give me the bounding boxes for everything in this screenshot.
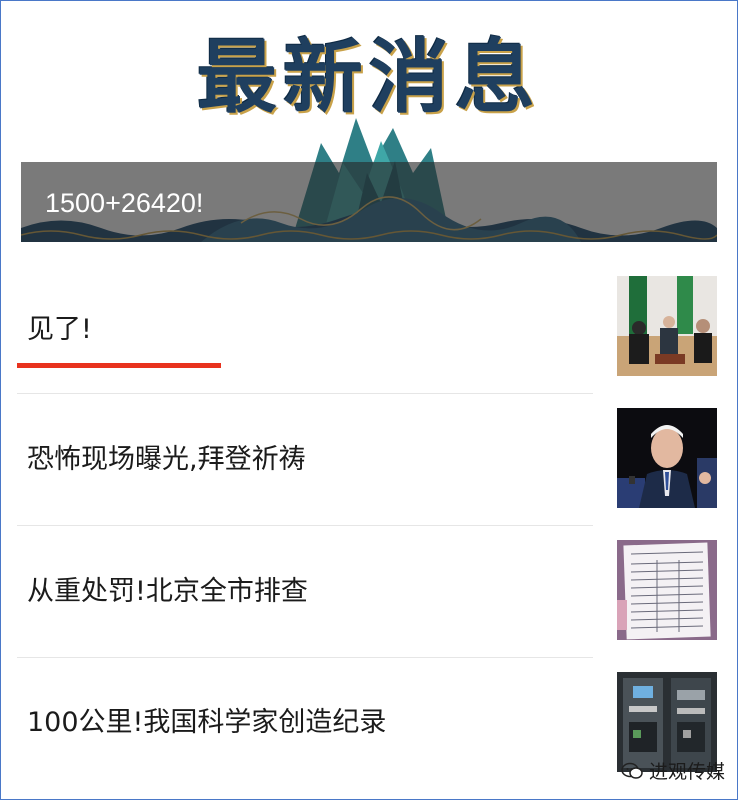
article-frame: 最新消息 1500+26420! 见了! 恐怖现场曝光,拜登祈祷 从重处罚!北京… [0,0,738,800]
banner-title: 最新消息 [197,30,541,124]
news-thumbnail-meeting[interactable] [617,276,717,376]
active-underline [17,363,221,368]
source-watermark: 进观传媒 [621,757,725,784]
news-banner[interactable]: 最新消息 1500+26420! [21,23,717,242]
news-title: 见了! [27,314,92,345]
speaker-photo-icon [617,408,717,508]
meeting-photo-icon [617,276,717,376]
news-item[interactable]: 从重处罚!北京全市排查 [17,526,593,658]
news-title: 100公里!我国科学家创造纪录 [27,707,387,738]
document-photo-icon [617,540,717,640]
news-title: 从重处罚!北京全市排查 [27,576,308,607]
news-item[interactable]: 100公里!我国科学家创造纪录 [17,658,593,788]
news-item[interactable]: 见了! [17,263,593,394]
news-title: 恐怖现场曝光,拜登祈祷 [27,444,306,475]
news-thumbnail-document[interactable] [617,540,717,640]
news-item[interactable]: 恐怖现场曝光,拜登祈祷 [17,394,593,526]
watermark-text: 进观传媒 [649,761,726,783]
news-thumbnail-speaker[interactable] [617,408,717,508]
wechat-icon [621,762,643,779]
banner-caption: 1500+26420! [45,188,204,218]
